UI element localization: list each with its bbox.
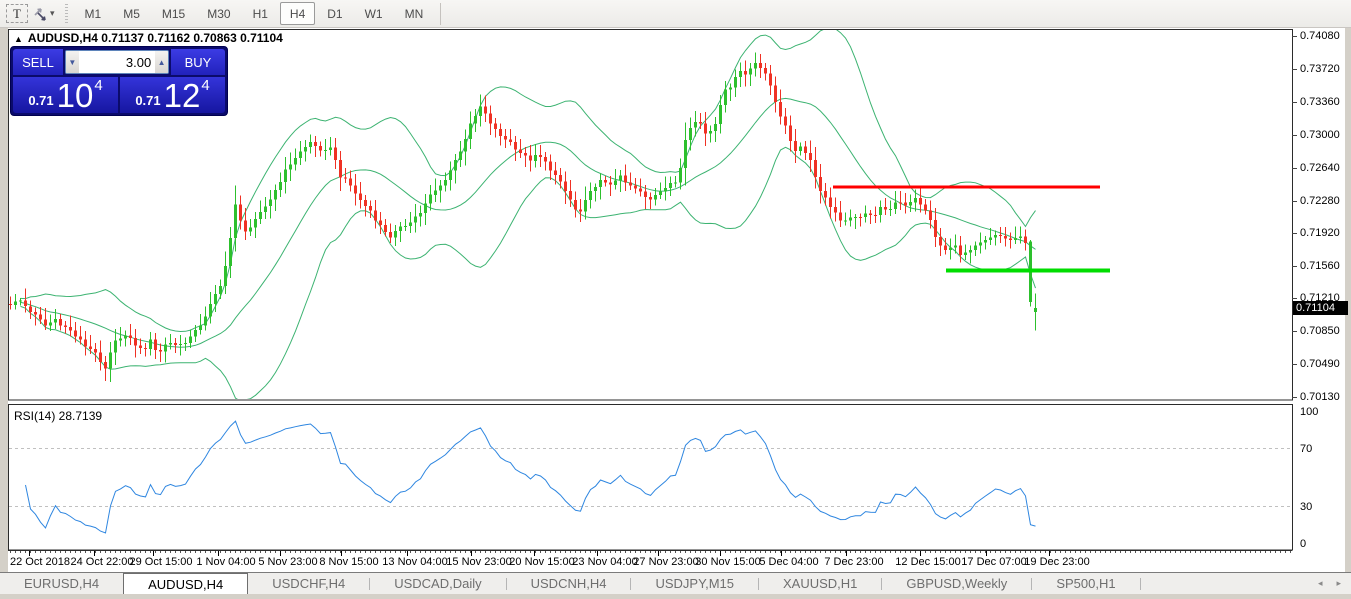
tab-scroll-left-icon[interactable]: ◂ — [1318, 578, 1323, 589]
tab-separator — [1140, 578, 1141, 590]
price-axis-label: 0.73360 — [1300, 96, 1340, 108]
price-tick — [1292, 331, 1297, 332]
volume-increase-button[interactable]: ▲ — [155, 51, 168, 73]
time-axis-label: 27 Nov 23:00 — [633, 556, 698, 568]
sell-button[interactable]: SELL — [13, 49, 63, 75]
buy-price-prefix: 0.71 — [135, 93, 160, 108]
price-axis-label: 0.72640 — [1300, 162, 1340, 174]
time-axis-label: 5 Nov 23:00 — [258, 556, 317, 568]
minor-ticks — [11, 551, 1291, 553]
sell-price-prefix: 0.71 — [28, 93, 53, 108]
window-bottom-strip — [0, 594, 1351, 599]
time-axis-label: 30 Nov 15:00 — [695, 556, 760, 568]
timeframe-button-m5[interactable]: M5 — [113, 2, 150, 25]
time-axis-label: 17 Dec 07:00 — [961, 556, 1026, 568]
timeframe-button-d1[interactable]: D1 — [317, 2, 352, 25]
price-axis-label: 0.70850 — [1300, 325, 1340, 337]
buy-button[interactable]: BUY — [171, 49, 225, 75]
chart-symbol-title: ▲AUDUSD,H4 0.71137 0.71162 0.70863 0.711… — [14, 31, 283, 45]
sell-price-pip: 4 — [94, 77, 102, 94]
time-axis-label: 22 Oct 2018 — [10, 556, 70, 568]
price-tick — [1292, 102, 1297, 103]
toolbar: T ▾ M1M5M15M30H1H4D1W1MN — [0, 0, 1351, 28]
tab-xauusd-h1[interactable]: XAUUSD,H1 — [759, 573, 881, 594]
time-axis-label: 20 Nov 15:00 — [509, 556, 574, 568]
volume-input[interactable] — [79, 51, 155, 73]
toolbar-grip — [65, 4, 68, 24]
time-axis-label: 29 Oct 15:00 — [130, 556, 193, 568]
price-axis-label: 0.70130 — [1300, 391, 1340, 403]
price-axis-label: 0.74080 — [1300, 30, 1340, 42]
timeframe-toolbar: M1M5M15M30H1H4D1W1MN — [74, 2, 435, 25]
price-axis-label: 0.71560 — [1300, 260, 1340, 272]
sell-price-big: 10 — [57, 81, 94, 111]
price-tick — [1292, 298, 1297, 299]
rsi-axis-label: 70 — [1300, 443, 1312, 455]
volume-decrease-button[interactable]: ▼ — [66, 51, 79, 73]
time-axis-label: 7 Dec 23:00 — [824, 556, 883, 568]
timeframe-button-h4[interactable]: H4 — [280, 2, 315, 25]
time-axis-label: 8 Nov 15:00 — [319, 556, 378, 568]
tab-eurusd-h4[interactable]: EURUSD,H4 — [0, 573, 123, 594]
price-tick — [1292, 69, 1297, 70]
buy-price-pip: 4 — [201, 77, 209, 94]
timeframe-button-m1[interactable]: M1 — [75, 2, 112, 25]
time-axis-label: 13 Nov 04:00 — [382, 556, 447, 568]
chevron-down-icon[interactable]: ▾ — [50, 8, 55, 19]
timeframe-button-m30[interactable]: M30 — [197, 2, 240, 25]
rsi-axis-label: 30 — [1300, 501, 1312, 513]
price-axis-label: 0.71920 — [1300, 227, 1340, 239]
time-axis-label: 15 Nov 23:00 — [446, 556, 511, 568]
price-tick — [1292, 364, 1297, 365]
rsi-axis-label: 0 — [1300, 538, 1306, 550]
volume-stepper: ▼ ▲ — [65, 50, 169, 74]
rsi-indicator-pane[interactable] — [8, 404, 1293, 551]
price-tick — [1292, 233, 1297, 234]
tab-sp500-h1[interactable]: SP500,H1 — [1032, 573, 1139, 594]
price-tick — [1292, 135, 1297, 136]
time-axis-label: 24 Oct 22:00 — [71, 556, 134, 568]
price-tick — [1292, 201, 1297, 202]
price-axis-label: 0.71210 — [1300, 292, 1340, 304]
time-axis-label: 1 Nov 04:00 — [196, 556, 255, 568]
mt4-window: T ▾ M1M5M15M30H1H4D1W1MN ▲AUDUSD,H4 0.71… — [0, 0, 1351, 599]
one-click-trading-panel: SELL ▼ ▲ BUY 0.71 10 4 0.71 12 4 — [10, 46, 228, 116]
tab-usdcad-daily[interactable]: USDCAD,Daily — [370, 573, 505, 594]
tab-usdchf-h4[interactable]: USDCHF,H4 — [248, 573, 369, 594]
price-axis-label: 0.72280 — [1300, 195, 1340, 207]
tab-usdjpy-m15[interactable]: USDJPY,M15 — [631, 573, 758, 594]
time-axis-label: 5 Dec 04:00 — [759, 556, 818, 568]
price-tick — [1292, 397, 1297, 398]
timeframe-button-mn[interactable]: MN — [395, 2, 434, 25]
price-tick — [1292, 266, 1297, 267]
tab-gbpusd-weekly[interactable]: GBPUSD,Weekly — [882, 573, 1031, 594]
arrows-tool-button[interactable]: ▾ — [32, 4, 55, 24]
price-axis-label: 0.73000 — [1300, 129, 1340, 141]
chart-tab-bar: EURUSD,H4AUDUSD,H4USDCHF,H4USDCAD,DailyU… — [0, 573, 1351, 594]
rsi-axis-label: 100 — [1300, 406, 1318, 418]
time-axis-label: 19 Dec 23:00 — [1024, 556, 1089, 568]
arrows-icon — [32, 6, 48, 22]
tab-scroll-right-icon[interactable]: ▸ — [1336, 578, 1341, 589]
time-axis-label: 23 Nov 04:00 — [572, 556, 637, 568]
rsi-title: RSI(14) 28.7139 — [14, 409, 102, 423]
text-tool-button[interactable]: T — [6, 4, 28, 23]
tab-audusd-h4[interactable]: AUDUSD,H4 — [123, 573, 248, 594]
price-axis-label: 0.70490 — [1300, 358, 1340, 370]
timeframe-button-h1[interactable]: H1 — [243, 2, 278, 25]
timeframe-button-w1[interactable]: W1 — [355, 2, 393, 25]
sell-quote[interactable]: 0.71 10 4 — [13, 77, 118, 113]
toolbar-separator — [440, 3, 441, 25]
tab-usdcnh-h4[interactable]: USDCNH,H4 — [507, 573, 631, 594]
price-tick — [1292, 168, 1297, 169]
price-axis-label: 0.73720 — [1300, 63, 1340, 75]
timeframe-button-m15[interactable]: M15 — [152, 2, 195, 25]
buy-price-big: 12 — [164, 81, 201, 111]
time-axis-label: 12 Dec 15:00 — [895, 556, 960, 568]
price-tick — [1292, 36, 1297, 37]
rsi-pane-frame — [9, 405, 1293, 551]
panel-toggle-icon[interactable]: ▲ — [14, 34, 23, 44]
buy-quote[interactable]: 0.71 12 4 — [120, 77, 225, 113]
